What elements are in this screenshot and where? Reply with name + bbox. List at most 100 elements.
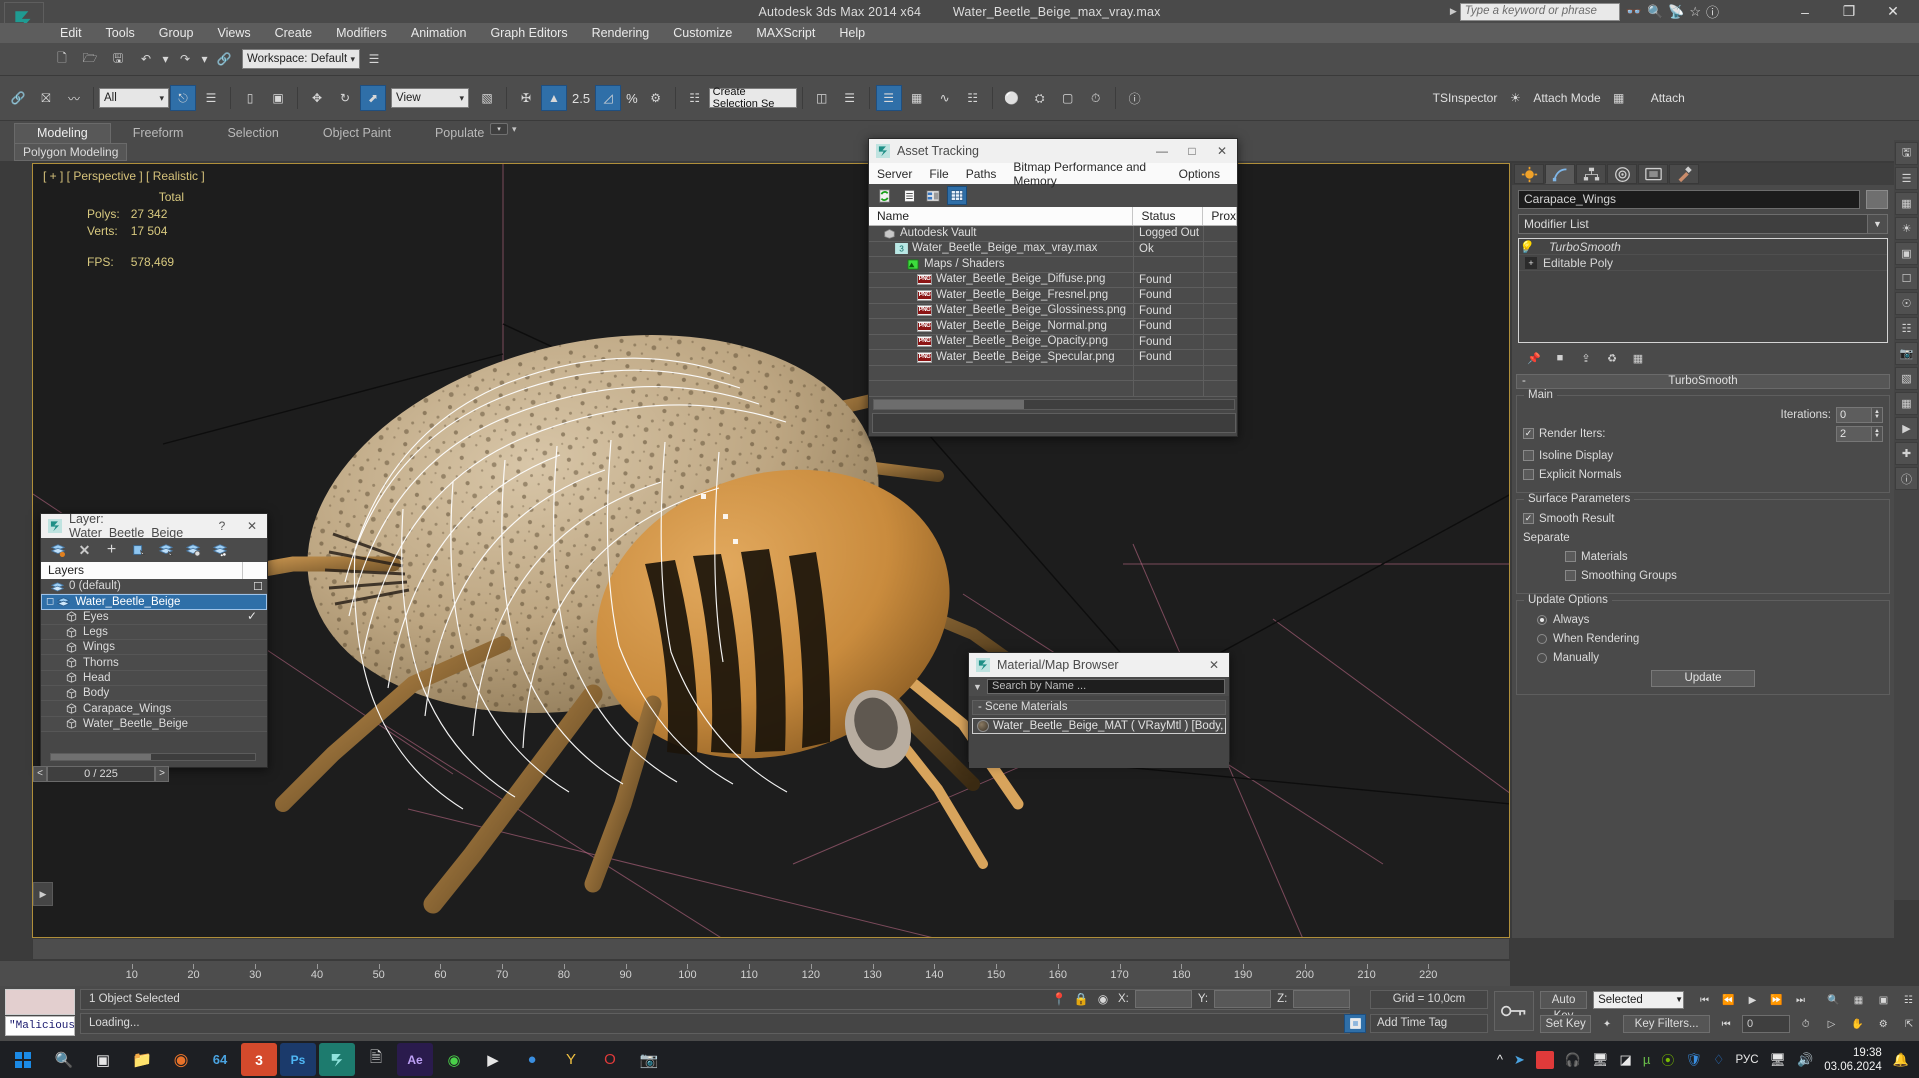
menu-create[interactable]: Create bbox=[263, 23, 325, 43]
network-icon[interactable]: 🖥 bbox=[1770, 1052, 1787, 1068]
make-unique-icon[interactable]: ⇪ bbox=[1578, 350, 1594, 366]
update-when-rendering-row[interactable]: When Rendering bbox=[1523, 630, 1883, 647]
go-to-start-icon[interactable]: ⏮ bbox=[1694, 991, 1715, 1009]
previous-frame-icon[interactable]: ⏪ bbox=[1718, 991, 1739, 1009]
snap-toggle-icon[interactable]: ✠ bbox=[513, 85, 539, 111]
list-item[interactable]: Eyes bbox=[41, 610, 267, 625]
tab-selection[interactable]: Selection bbox=[205, 124, 300, 143]
tab-display[interactable] bbox=[1638, 164, 1668, 184]
menu-file[interactable]: File bbox=[929, 167, 948, 181]
create-new-layer-icon[interactable] bbox=[49, 542, 66, 558]
select-and-rotate-icon[interactable]: ↻ bbox=[332, 85, 358, 111]
render-iters-checkbox[interactable]: ✓ bbox=[1523, 428, 1534, 439]
object-color-swatch[interactable] bbox=[1866, 190, 1888, 209]
list-item[interactable]: 0 (default) ☐ bbox=[41, 579, 267, 595]
start-button[interactable] bbox=[0, 1041, 46, 1078]
delete-layer-icon[interactable]: ✕ bbox=[76, 542, 93, 558]
new-file-icon[interactable]: 🗋 bbox=[49, 46, 75, 72]
table-row[interactable]: Maps / Shaders bbox=[869, 257, 1237, 273]
search-icon[interactable]: 🔍 bbox=[46, 1043, 82, 1076]
table-row[interactable]: PNG Water_Beetle_Beige_Normal.png Found bbox=[869, 319, 1237, 335]
green-app-icon[interactable]: ◉ bbox=[436, 1043, 472, 1076]
column-name[interactable]: Name bbox=[869, 207, 1134, 225]
maximize-button[interactable]: □ bbox=[1177, 139, 1207, 163]
horizontal-scrollbar[interactable] bbox=[50, 753, 256, 761]
layer-active-check-icon[interactable]: ✓ bbox=[247, 609, 257, 623]
language-indicator[interactable]: РУС bbox=[1736, 1054, 1759, 1066]
table-row[interactable]: Autodesk Vault Logged Out ... bbox=[869, 226, 1237, 242]
window-crossing-icon[interactable]: ▣ bbox=[265, 85, 291, 111]
menu-edit[interactable]: Edit bbox=[48, 23, 94, 43]
schematic-view-icon[interactable]: ☷ bbox=[960, 85, 986, 111]
list-item[interactable]: Thorns bbox=[41, 655, 267, 671]
close-button[interactable]: ✕ bbox=[1871, 0, 1915, 23]
radio-when-rendering[interactable] bbox=[1537, 633, 1547, 644]
percent-snap-icon[interactable]: ◿ bbox=[595, 85, 622, 111]
configure-modifier-sets-icon[interactable]: ▦ bbox=[1630, 350, 1646, 366]
menu-paths[interactable]: Paths bbox=[966, 167, 997, 181]
notifications-icon[interactable]: 🔔 bbox=[1893, 1052, 1909, 1068]
update-button[interactable]: Update bbox=[1651, 670, 1755, 687]
key-mode-selector[interactable]: Selected ▼ bbox=[1593, 991, 1684, 1009]
collapse-icon[interactable]: ◻ bbox=[46, 596, 54, 607]
select-and-scale-icon[interactable]: ⬈ bbox=[360, 85, 386, 111]
attach-mode-icon[interactable]: ▦ bbox=[1606, 85, 1632, 111]
minimize-button[interactable]: – bbox=[1783, 0, 1827, 23]
media-player-icon[interactable]: ▶ bbox=[475, 1043, 511, 1076]
column-visibility[interactable] bbox=[243, 562, 267, 579]
telegram-icon[interactable]: ➤ bbox=[1514, 1052, 1525, 1068]
menu-animation[interactable]: Animation bbox=[399, 23, 479, 43]
menu-options[interactable]: Options bbox=[1179, 167, 1220, 181]
zoom-extents-icon[interactable]: 🔍 bbox=[1823, 991, 1844, 1009]
tab-freeform[interactable]: Freeform bbox=[111, 124, 206, 143]
display-settings-icon[interactable]: 🖥 bbox=[1592, 1052, 1609, 1068]
align-icon[interactable]: ☰ bbox=[837, 85, 863, 111]
lock-icon[interactable]: 🔒 bbox=[1072, 989, 1090, 1009]
file-explorer-icon[interactable]: 📁 bbox=[124, 1043, 160, 1076]
spinner-snap-icon[interactable]: ⚙ bbox=[643, 85, 669, 111]
chevron-down-icon[interactable]: ▾ bbox=[512, 124, 517, 135]
snapshot-icon[interactable]: ☐ bbox=[1895, 267, 1918, 290]
spinner-arrows-icon[interactable]: ▲ ▼ bbox=[1872, 406, 1883, 423]
redo-dropdown-icon[interactable]: ▾ bbox=[200, 46, 209, 72]
search-input[interactable]: Search by Name ... bbox=[987, 679, 1225, 694]
select-link-tool-icon[interactable]: 🔗 bbox=[5, 85, 31, 111]
playback-icon[interactable]: ▶ bbox=[1895, 417, 1918, 440]
search-icon[interactable]: 🔍 bbox=[1647, 4, 1663, 20]
photoshop-icon[interactable]: Ps bbox=[280, 1043, 316, 1076]
column-proxy[interactable]: Prox bbox=[1203, 207, 1237, 225]
yandex-icon[interactable]: Y bbox=[553, 1043, 589, 1076]
screenshot-tool-icon[interactable]: 📷 bbox=[631, 1043, 667, 1076]
ribbon-toggle-icon[interactable]: ▦ bbox=[904, 85, 930, 111]
layer-manager-dialog[interactable]: Layer: Water_Beetle_Beige ? ✕ ✕ + Layers… bbox=[40, 512, 268, 768]
maximize-viewport-icon[interactable]: ▣ bbox=[1873, 991, 1894, 1009]
rendered-frame-window-icon[interactable]: ▢ bbox=[1055, 85, 1081, 111]
modifier-list-dropdown[interactable]: Modifier List ▼ bbox=[1518, 214, 1888, 234]
pan-view-icon[interactable]: ✋ bbox=[1847, 1015, 1867, 1033]
auto-key-button[interactable]: Auto Key bbox=[1540, 991, 1588, 1022]
close-button[interactable]: ✕ bbox=[1199, 653, 1229, 677]
satellite-icon[interactable]: 📡 bbox=[1668, 4, 1684, 20]
select-object-icon[interactable]: ⎋ bbox=[170, 85, 196, 111]
help-toolbar-icon[interactable]: ⓘ bbox=[1122, 85, 1148, 111]
notepad-icon[interactable]: 🗎 bbox=[358, 1043, 394, 1076]
modifier-stack[interactable]: 💡 TurboSmooth + Editable Poly bbox=[1518, 238, 1888, 343]
column-layers[interactable]: Layers bbox=[41, 562, 243, 579]
mirror-icon[interactable]: ◫ bbox=[809, 85, 835, 111]
render-production-icon[interactable]: ⏱ bbox=[1083, 85, 1109, 111]
workspace-menu-icon[interactable]: ☰ bbox=[361, 46, 387, 72]
explicit-normals-checkbox[interactable] bbox=[1523, 469, 1534, 480]
menu-views[interactable]: Views bbox=[205, 23, 262, 43]
render-iters-value[interactable]: 2 bbox=[1836, 425, 1872, 442]
expand-plus-icon[interactable]: + bbox=[1525, 256, 1537, 269]
layer-explorer-icon[interactable]: ▦ bbox=[1895, 192, 1918, 215]
safe-frames-icon[interactable]: ▧ bbox=[1895, 367, 1918, 390]
visibility-box-icon[interactable]: ☐ bbox=[253, 580, 263, 593]
maximize-button[interactable]: ❐ bbox=[1827, 0, 1871, 23]
isoline-display-checkbox[interactable] bbox=[1523, 450, 1534, 461]
blue-circle-icon[interactable]: ● bbox=[514, 1043, 550, 1076]
table-row[interactable]: PNG Water_Beetle_Beige_Opacity.png Found bbox=[869, 334, 1237, 350]
use-pivot-point-center-icon[interactable]: ▧ bbox=[474, 85, 500, 111]
rollout-header[interactable]: - TurboSmooth bbox=[1516, 374, 1890, 389]
tab-modeling[interactable]: Modeling bbox=[14, 123, 111, 143]
